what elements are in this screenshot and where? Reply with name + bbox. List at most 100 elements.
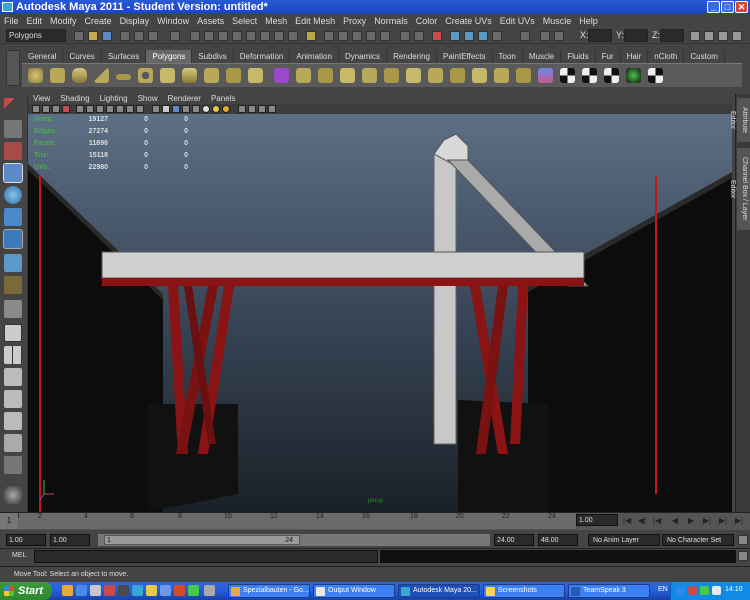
snap-view-plane-icon[interactable] — [366, 31, 376, 41]
menu-select[interactable]: Select — [228, 14, 261, 28]
select-curves-icon[interactable] — [218, 31, 228, 41]
app-quicklaunch-icon[interactable] — [104, 585, 115, 596]
smooth-icon[interactable] — [340, 68, 355, 83]
x-coord-field[interactable] — [588, 29, 612, 42]
output-ops-icon[interactable] — [414, 31, 424, 41]
rotate-tool-icon[interactable] — [4, 186, 22, 204]
wireframe-icon[interactable] — [152, 105, 160, 113]
combine-icon[interactable] — [274, 68, 289, 83]
playback-end-field[interactable]: 24.00 — [494, 534, 534, 546]
paint-select-tool-icon[interactable] — [4, 142, 22, 160]
viewport-persp[interactable]: Verts: 19127 0 0 Edges: 27274 0 0 Faces: 11696 0… — [28, 114, 732, 512]
channel-box-toggle-icon[interactable] — [732, 31, 742, 41]
poly-plane-icon[interactable] — [116, 74, 131, 80]
textured-icon[interactable] — [192, 105, 200, 113]
current-frame-marker[interactable]: 1 — [0, 513, 18, 529]
high-quality-icon[interactable] — [258, 105, 266, 113]
checker-texture-icon[interactable] — [648, 68, 663, 83]
save-scene-icon[interactable] — [102, 31, 112, 41]
animation-end-field[interactable]: 48.00 — [538, 534, 578, 546]
move-tool-icon[interactable] — [3, 163, 23, 183]
split-polygon-icon[interactable] — [472, 68, 487, 83]
shelf-tab-toon[interactable]: Toon — [493, 50, 523, 63]
insert-edge-loop-icon[interactable] — [494, 68, 509, 83]
menu-muscle[interactable]: Muscle — [539, 14, 576, 28]
input-ops-icon[interactable] — [400, 31, 410, 41]
panel-menu-renderer[interactable]: Renderer — [163, 94, 206, 104]
menu-file[interactable]: File — [0, 14, 23, 28]
smooth-shade-icon[interactable] — [162, 105, 170, 113]
menu-create-uvs[interactable]: Create UVs — [441, 14, 496, 28]
poly-helix-icon[interactable] — [204, 68, 219, 83]
isolate-select-icon[interactable] — [238, 105, 246, 113]
show-desktop-icon[interactable] — [204, 585, 215, 596]
gate-mask-icon[interactable] — [106, 105, 114, 113]
task-spezialbauten[interactable]: Spezialbauten - Go... — [228, 584, 310, 598]
open-scene-icon[interactable] — [88, 31, 98, 41]
universal-manipulator-icon[interactable] — [3, 229, 23, 249]
panel-menu-shading[interactable]: Shading — [55, 94, 94, 104]
bevel-icon[interactable] — [516, 68, 531, 83]
bookmarks-icon[interactable] — [52, 105, 60, 113]
image-plane-icon[interactable] — [62, 105, 70, 113]
poly-soccer-ball-icon[interactable] — [226, 68, 241, 83]
shadows-icon[interactable] — [222, 105, 230, 113]
snap-curve-icon[interactable] — [338, 31, 348, 41]
browser-quicklaunch-icon[interactable] — [174, 585, 185, 596]
mirror-icon[interactable] — [384, 68, 399, 83]
maya-quicklaunch-icon[interactable] — [132, 585, 143, 596]
panel-menu-lighting[interactable]: Lighting — [95, 94, 133, 104]
field-chart-icon[interactable] — [116, 105, 124, 113]
panel-menu-panels[interactable]: Panels — [206, 94, 240, 104]
shelf-tab-fluids[interactable]: Fluids — [561, 50, 596, 63]
menu-assets[interactable]: Assets — [193, 14, 228, 28]
render-view-icon[interactable] — [450, 31, 460, 41]
persp-hypershade-layout-icon[interactable] — [4, 412, 22, 430]
default-lighting-icon[interactable] — [202, 105, 210, 113]
snap-point-icon[interactable] — [352, 31, 362, 41]
shelf-tab-rendering[interactable]: Rendering — [387, 50, 437, 63]
step-back-key-button[interactable]: ◀| — [637, 516, 647, 525]
all-lights-icon[interactable] — [212, 105, 220, 113]
construction-history-icon[interactable] — [432, 31, 442, 41]
shelf-tab-dynamics[interactable]: Dynamics — [339, 50, 388, 63]
menu-edit-mesh[interactable]: Edit Mesh — [291, 14, 339, 28]
shelf-tab-surfaces[interactable]: Surfaces — [102, 50, 147, 63]
animation-start-field[interactable]: 1.00 — [6, 534, 46, 546]
menu-display[interactable]: Display — [116, 14, 154, 28]
show-manipulator-icon[interactable] — [4, 276, 22, 294]
single-perspective-layout-icon[interactable] — [4, 324, 22, 342]
safe-action-icon[interactable] — [126, 105, 134, 113]
go-to-start-button[interactable]: |◀ — [622, 516, 632, 525]
spherical-mapping-icon[interactable] — [582, 68, 597, 83]
current-time-field[interactable]: 1.00 — [576, 514, 618, 526]
select-tool-icon[interactable] — [4, 98, 22, 116]
xray-icon[interactable] — [182, 105, 190, 113]
persp-graph-hypergraph-layout-icon[interactable] — [4, 434, 22, 452]
film-gate-icon[interactable] — [86, 105, 94, 113]
firefox-quicklaunch-icon[interactable] — [62, 585, 73, 596]
input-line-mode-icon[interactable] — [520, 31, 530, 41]
four-view-layout-icon[interactable] — [4, 346, 22, 364]
time-slider[interactable]: 2 4 6 8 10 12 14 16 18 20 22 24 — [18, 513, 576, 529]
lock-selection-icon[interactable] — [306, 31, 316, 41]
scale-tool-icon[interactable] — [4, 208, 22, 226]
mel-label[interactable]: MEL — [12, 552, 26, 559]
boolean-icon[interactable] — [362, 68, 377, 83]
task-screenshots[interactable]: Screenshots — [483, 584, 565, 598]
hotbox-icon[interactable] — [4, 486, 22, 504]
network-tray-icon[interactable] — [676, 586, 685, 595]
minimize-button[interactable]: _ — [707, 1, 720, 13]
channel-box-tab[interactable]: Channel Box / Layer Editor — [729, 148, 750, 230]
planar-mapping-icon[interactable] — [538, 68, 553, 83]
ipr-render-icon[interactable] — [478, 31, 488, 41]
new-scene-icon[interactable] — [74, 31, 84, 41]
step-forward-frame-button[interactable]: ▶| — [702, 516, 712, 525]
xray-joints-icon[interactable] — [248, 105, 256, 113]
filter-icon[interactable] — [170, 31, 180, 41]
task-maya[interactable]: Autodesk Maya 20... — [398, 584, 480, 598]
wireframe-on-shaded-icon[interactable] — [172, 105, 180, 113]
poly-prism-icon[interactable] — [160, 68, 175, 83]
play-backwards-button[interactable]: ◀ — [670, 516, 680, 525]
shelf-tab-animation[interactable]: Animation — [290, 50, 339, 63]
